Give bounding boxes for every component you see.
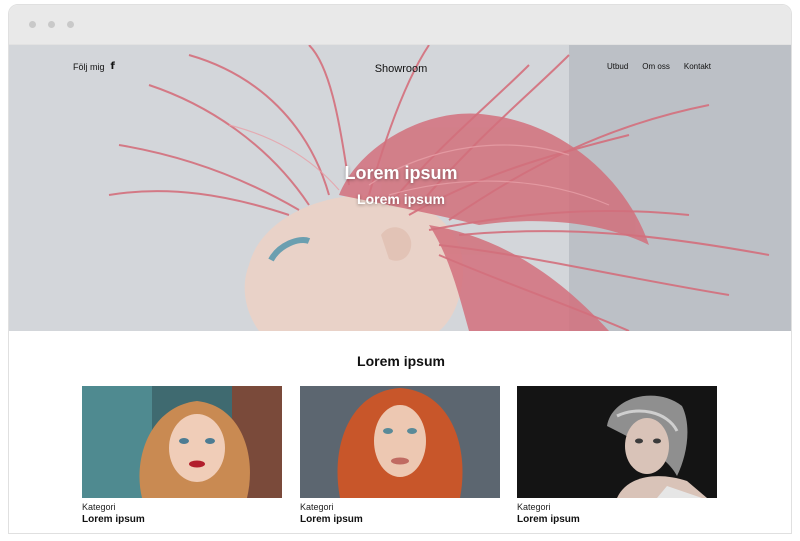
hero-subtitle: Lorem ipsum: [357, 191, 445, 207]
window-dot-maximize[interactable]: [67, 21, 74, 28]
card-title[interactable]: Lorem ipsum: [517, 514, 717, 525]
hero-image: [9, 45, 791, 331]
gallery-card[interactable]: Kategori Lorem ipsum: [82, 386, 282, 525]
gallery-card[interactable]: Kategori Lorem ipsum: [300, 386, 500, 525]
card-category: Kategori: [517, 502, 551, 512]
window-dot-minimize[interactable]: [48, 21, 55, 28]
window-dot-close[interactable]: [29, 21, 36, 28]
card-photo[interactable]: [517, 386, 717, 498]
nav-item-kontakt[interactable]: Kontakt: [684, 62, 711, 71]
nav-item-om-oss[interactable]: Om oss: [642, 62, 670, 71]
browser-chrome-bar: [9, 5, 791, 45]
gallery-card[interactable]: Kategori Lorem ipsum: [517, 386, 717, 525]
hero-title: Lorem ipsum: [344, 163, 458, 183]
card-title[interactable]: Lorem ipsum: [300, 514, 500, 525]
page-content: Följ mig f Showroom Utbud Om oss Kontakt…: [9, 45, 791, 533]
card-category: Kategori: [300, 502, 334, 512]
main-nav: Utbud Om oss Kontakt: [607, 62, 711, 71]
browser-window: Följ mig f Showroom Utbud Om oss Kontakt…: [8, 4, 792, 534]
nav-item-utbud[interactable]: Utbud: [607, 62, 628, 71]
card-category: Kategori: [82, 502, 116, 512]
card-photo[interactable]: [300, 386, 500, 498]
card-photo[interactable]: [82, 386, 282, 498]
card-title[interactable]: Lorem ipsum: [82, 514, 282, 525]
section-title: Lorem ipsum: [357, 353, 445, 369]
hero-banner: Följ mig f Showroom Utbud Om oss Kontakt…: [9, 45, 791, 331]
